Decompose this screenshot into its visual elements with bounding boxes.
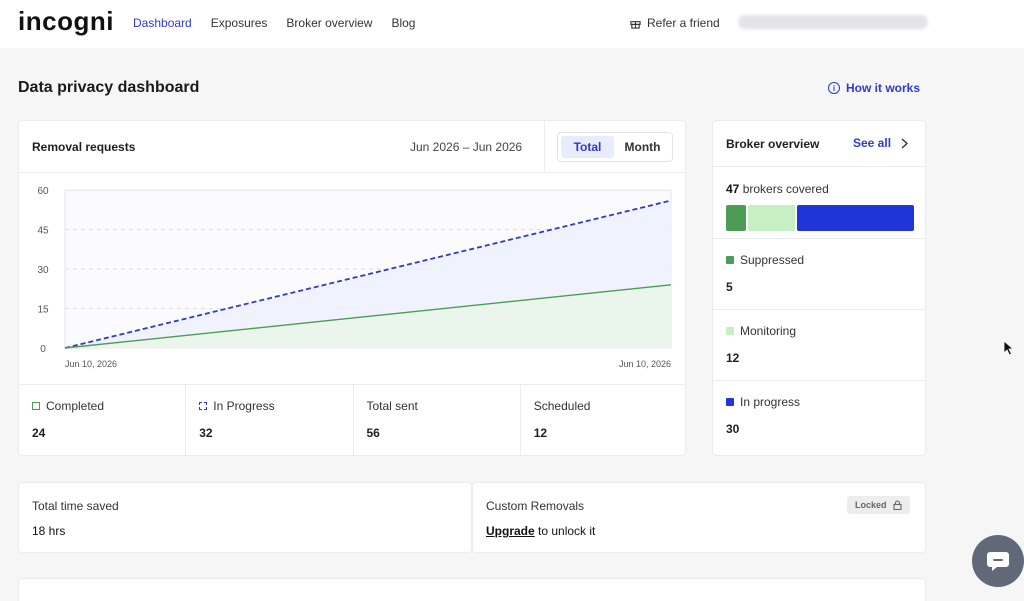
removal-title: Removal requests [32, 140, 136, 154]
row-value: 5 [726, 280, 733, 294]
nav-broker-overview[interactable]: Broker overview [286, 16, 372, 30]
custom-removals-label: Custom Removals [486, 499, 585, 513]
refer-label: Refer a friend [647, 16, 720, 30]
bottom-card [18, 578, 926, 601]
row-value: 12 [726, 351, 740, 365]
nav-dashboard[interactable]: Dashboard [133, 16, 192, 30]
gift-icon [630, 20, 641, 29]
account-email-blurred[interactable] [738, 15, 928, 29]
divider [544, 121, 545, 173]
upgrade-line: Upgrade to unlock it [486, 524, 595, 538]
locked-label: Locked [855, 500, 887, 510]
nav-exposures[interactable]: Exposures [211, 16, 268, 30]
row-label: Monitoring [740, 324, 797, 338]
page-title: Data privacy dashboard [18, 79, 200, 96]
broker-bar-segment [726, 205, 746, 231]
upgrade-link[interactable]: Upgrade [486, 524, 535, 538]
view-toggle: Total Month [557, 132, 673, 162]
stat-label: Total sent [366, 399, 418, 413]
logo[interactable]: incogni [18, 6, 114, 37]
broker-status-bar [726, 205, 914, 231]
broker-bar-segment [747, 205, 795, 231]
suppressed-dot-icon [726, 256, 734, 264]
lock-icon [892, 500, 902, 510]
y-tick-label: 30 [37, 265, 49, 276]
brokers-covered-count: 47 [726, 182, 740, 196]
stat-completed: Completed 24 [19, 385, 187, 457]
broker-title: Broker overview [726, 137, 820, 151]
broker-row-suppressed: Suppressed 5 [713, 238, 925, 309]
how-it-works-label: How it works [846, 81, 921, 95]
removal-requests-card: Removal requests Jun 2026 – Jun 2026 Tot… [18, 120, 687, 457]
stat-label: Scheduled [533, 399, 591, 413]
toggle-total[interactable]: Total [561, 136, 614, 158]
toggle-month[interactable]: Month [616, 136, 669, 158]
row-label: In progress [740, 395, 801, 409]
stat-total-sent: Total sent 56 [354, 385, 521, 457]
brokers-covered: 47 brokers covered [726, 182, 829, 196]
stat-in-progress: In Progress 32 [186, 385, 354, 457]
row-label: Suppressed [740, 253, 805, 267]
stat-label: Completed [46, 399, 105, 413]
locked-badge: Locked [847, 496, 910, 514]
broker-row-monitoring: Monitoring 12 [713, 309, 925, 380]
time-saved-value: 18 hrs [32, 524, 66, 538]
chat-icon [987, 552, 1009, 571]
completed-legend-icon [32, 402, 40, 410]
stat-value: 24 [32, 426, 46, 440]
y-tick-label: 45 [37, 226, 49, 237]
removal-chart: 0 15 30 45 60 Jun 10, 2026 Jun 10, 2026 [37, 186, 672, 369]
broker-bar-segment [796, 205, 914, 231]
upgrade-rest: to unlock it [538, 524, 596, 538]
y-tick-label: 15 [37, 305, 49, 316]
main-nav: Dashboard Exposures Broker overview Blog [133, 16, 415, 30]
monitoring-dot-icon [726, 327, 734, 335]
x-tick-label: Jun 10, 2026 [65, 359, 117, 369]
x-tick-label: Jun 10, 2026 [619, 359, 671, 369]
broker-overview-card: Broker overview See all 47 brokers cover… [712, 120, 926, 456]
stat-scheduled: Scheduled 12 [521, 385, 687, 457]
mouse-cursor-icon [1003, 340, 1015, 356]
in-progress-legend-icon [199, 402, 208, 410]
broker-row-in-progress: In progress 30 [713, 380, 925, 451]
stat-value: 12 [533, 426, 548, 440]
stat-value: 32 [199, 426, 213, 440]
y-tick-label: 60 [37, 186, 49, 197]
broker-header: Broker overview See all [713, 121, 925, 167]
chat-button[interactable] [972, 535, 1024, 587]
brokers-covered-text: brokers covered [742, 182, 829, 196]
custom-removals-card: Custom Removals Locked Upgrade to unlock… [472, 482, 926, 553]
how-it-works-link[interactable]: i How it works [828, 81, 920, 95]
time-saved-card: Total time saved 18 hrs [18, 482, 472, 553]
info-icon: i [828, 82, 840, 94]
see-all-link[interactable]: See all [853, 136, 909, 150]
nav-blog[interactable]: Blog [391, 16, 415, 30]
removal-header: Removal requests Jun 2026 – Jun 2026 Tot… [19, 121, 685, 173]
chevron-right-icon [901, 137, 909, 149]
stat-value: 56 [366, 426, 380, 440]
top-navbar: incogni Dashboard Exposures Broker overv… [0, 0, 1024, 48]
refer-a-friend-link[interactable]: Refer a friend [630, 16, 720, 30]
stat-label: In Progress [213, 399, 275, 413]
time-saved-label: Total time saved [32, 499, 119, 513]
see-all-label: See all [853, 136, 892, 150]
date-range: Jun 2026 – Jun 2026 [410, 140, 523, 154]
in-progress-dot-icon [726, 398, 734, 406]
y-tick-label: 0 [40, 344, 46, 355]
row-value: 30 [726, 422, 740, 436]
removal-stats: Completed 24 In Progress 32 Total sent 5… [19, 384, 687, 457]
